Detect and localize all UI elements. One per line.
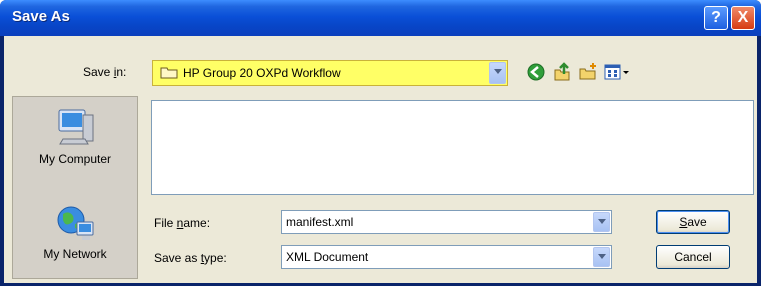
save-as-type-dropdown[interactable]: XML Document <box>281 245 612 269</box>
views-menu-icon[interactable] <box>604 62 632 82</box>
place-label: My Network <box>43 247 107 261</box>
file-name-label-prefix: File <box>154 216 177 230</box>
title-bar[interactable]: Save As ? X <box>0 0 761 36</box>
save-in-value: HP Group 20 OXPd Workflow <box>183 66 341 80</box>
my-network-icon <box>57 206 94 240</box>
close-button[interactable]: X <box>731 6 755 30</box>
save-as-type-label-suffix: ype: <box>204 251 227 265</box>
place-label: My Computer <box>38 152 112 166</box>
chevron-down-icon[interactable] <box>593 212 610 232</box>
file-name-input[interactable]: manifest.xml <box>281 210 612 234</box>
up-folder-icon[interactable] <box>552 62 572 82</box>
save-as-type-value: XML Document <box>286 250 369 264</box>
place-my-computer[interactable]: My Computer <box>13 107 137 166</box>
file-list[interactable] <box>151 100 754 195</box>
save-in-label-suffix: n: <box>116 65 127 79</box>
save-as-dialog: Save As ? X Save in: HP Group 20 OXPd Wo… <box>0 0 761 286</box>
save-in-dropdown[interactable]: HP Group 20 OXPd Workflow <box>152 60 508 86</box>
dialog-body: Save in: HP Group 20 OXPd Workflow My Co… <box>4 36 757 283</box>
save-button[interactable]: Save <box>656 210 730 234</box>
places-bar: My Computer My Network <box>12 96 138 279</box>
back-icon[interactable] <box>526 62 546 82</box>
dialog-title: Save As <box>12 8 70 25</box>
save-in-label-prefix: Save <box>83 65 114 79</box>
save-in-label: Save in: <box>83 65 126 79</box>
save-as-type-label: Save as type: <box>154 251 227 265</box>
folder-icon <box>160 67 178 79</box>
save-as-type-label-prefix: Save as <box>154 251 201 265</box>
place-my-network[interactable]: My Network <box>13 202 137 261</box>
help-button[interactable]: ? <box>704 6 728 30</box>
file-name-value: manifest.xml <box>286 215 354 229</box>
new-folder-icon[interactable] <box>578 62 598 82</box>
chevron-down-icon[interactable] <box>489 62 506 84</box>
cancel-button[interactable]: Cancel <box>656 245 730 269</box>
file-name-label: File name: <box>154 216 210 230</box>
chevron-down-icon[interactable] <box>593 247 610 267</box>
my-computer-icon <box>58 109 94 145</box>
save-button-rest: ave <box>687 215 707 229</box>
file-name-label-suffix: ame: <box>183 216 211 230</box>
